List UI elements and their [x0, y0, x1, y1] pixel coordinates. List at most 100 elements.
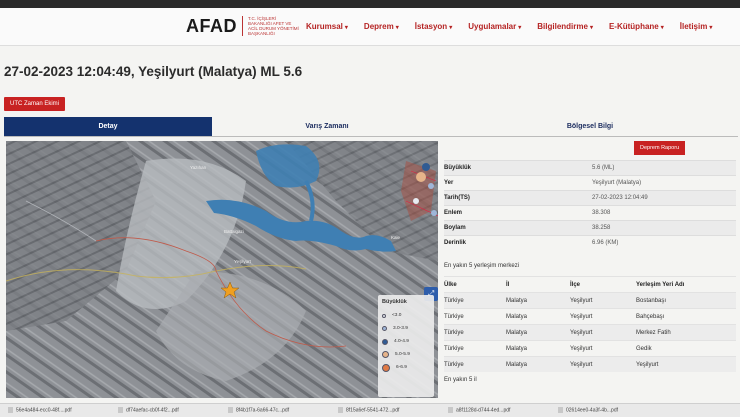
column-header: Ülke: [444, 282, 457, 288]
cell-settlement: Bahçebaşı: [636, 314, 665, 320]
table-row: Türkiye Malatya Yeşilyurt Yeşilyurt: [444, 356, 736, 372]
chevron-down-icon: ▾: [660, 25, 664, 31]
legend-label: 4.0-4.9: [394, 339, 409, 344]
pdf-file-icon: [228, 407, 233, 414]
cell-settlement: Merkez Fatih: [636, 330, 671, 336]
nav-iletisim[interactable]: İletişim ▾: [680, 22, 713, 31]
cell-settlement: Yeşilyurt: [636, 362, 659, 368]
detail-row: Enlem 38.308: [444, 205, 736, 220]
cell-province: Malatya: [506, 362, 528, 368]
pdf-file-icon: [558, 407, 563, 414]
download-item[interactable]: 8f4b1f7a-6a66-47c...pdf: [228, 407, 330, 414]
deprem-raporu-button[interactable]: Deprem Raporu: [634, 141, 686, 155]
detail-key: Derinlik: [444, 240, 467, 246]
cell-district: Yeşilyurt: [570, 346, 593, 352]
map-event-marker[interactable]: [428, 183, 434, 189]
cell-province: Malatya: [506, 314, 528, 320]
pdf-file-icon: [338, 407, 343, 414]
detail-tabs: Detay Varış Zamanı Bölgesel Bilgi: [4, 117, 738, 137]
detail-value: 6.96 (KM): [592, 240, 619, 246]
detail-value: 5.6 (ML): [592, 165, 615, 171]
download-filename: a8f1128d-d744-4ed...pdf: [456, 407, 511, 414]
terrain-map: Yazıhan Battalgazi Yeşilyurt Kale: [6, 141, 438, 398]
cell-country: Türkiye: [444, 346, 464, 352]
main-nav: Kurumsal ▾ Deprem ▾ İstasyon ▾ Uygulamalar ▾…: [306, 22, 728, 31]
details-table: Büyüklük 5.6 (ML) Yer Yeşilyurt (Malatya) …: [444, 160, 736, 250]
download-filename: 02614ee0-4a3f-4b...pdf: [566, 407, 618, 414]
download-item[interactable]: df74aefac-cb0f-4f2...pdf: [118, 407, 220, 414]
nav-kurumsal[interactable]: Kurumsal ▾: [306, 22, 348, 31]
map-event-marker[interactable]: [416, 172, 426, 182]
download-item[interactable]: a8f1128d-d744-4ed...pdf: [448, 407, 550, 414]
cell-country: Türkiye: [444, 298, 464, 304]
legend-dot-icon: [382, 338, 388, 345]
chevron-down-icon: ▾: [518, 25, 522, 31]
column-header: İl: [506, 282, 510, 288]
nav-istasyon[interactable]: İstasyon ▾: [415, 22, 452, 31]
download-item[interactable]: 02614ee0-4a3f-4b...pdf: [558, 407, 660, 414]
legend-item: 4.0-4.9: [382, 335, 430, 348]
magnitude-legend: Büyüklük <3.0 3.0-3.9 4.0-4.9 5.0-5.9 6-…: [378, 295, 434, 397]
map-event-marker[interactable]: [422, 163, 430, 171]
download-filename: 8f15a6ef-5541-472...pdf: [346, 407, 400, 414]
nav-uygulamalar[interactable]: Uygulamalar ▾: [468, 22, 521, 31]
nav-deprem[interactable]: Deprem ▾: [364, 22, 399, 31]
detail-value: 38.308: [592, 210, 611, 216]
detail-value: 38.258: [592, 225, 611, 231]
legend-title: Büyüklük: [382, 299, 407, 305]
logo-separator: [242, 16, 243, 36]
afad-logo[interactable]: AFAD T.C. İÇİŞLERİ BAKANLIĞI AFET VE ACİ…: [186, 14, 300, 38]
chevron-down-icon: ▾: [395, 25, 399, 31]
legend-dot-icon: [382, 326, 387, 331]
detail-key: Yer: [444, 180, 454, 186]
cell-country: Türkiye: [444, 314, 464, 320]
download-item[interactable]: 8f15a6ef-5541-472...pdf: [338, 407, 440, 414]
map-event-marker[interactable]: [431, 210, 437, 216]
download-filename: 8f4b1f7a-6a66-47c...pdf: [236, 407, 290, 414]
nearest-settlements-title: En yakın 5 yerleşim merkezi: [444, 263, 520, 269]
download-item[interactable]: 56e4a484-ecc0-48f....pdf: [8, 407, 110, 414]
table-row: Türkiye Malatya Yeşilyurt Gedik: [444, 340, 736, 356]
detail-value: 27-02-2023 12:04:49: [592, 195, 648, 201]
map-event-marker[interactable]: [413, 198, 419, 204]
cell-province: Malatya: [506, 330, 528, 336]
download-filename: 56e4a484-ecc0-48f....pdf: [16, 407, 72, 414]
nav-bilgilendirme[interactable]: Bilgilendirme ▾: [537, 22, 593, 31]
detail-key: Enlem: [444, 210, 463, 216]
table-row: Türkiye Malatya Yeşilyurt Bahçebaşı: [444, 308, 736, 324]
cell-province: Malatya: [506, 346, 528, 352]
pdf-file-icon: [448, 407, 453, 414]
utc-time-button[interactable]: UTC Zaman Ekimi: [4, 97, 66, 111]
nearest-settlements-table: Ülke İl İlçe Yerleşim Yeri Adı Türkiye M…: [444, 276, 736, 372]
map-label-yazihan: Yazıhan: [190, 165, 207, 170]
cell-district: Yeşilyurt: [570, 362, 593, 368]
legend-dot-icon: [382, 363, 390, 372]
tab-detay[interactable]: Detay: [4, 117, 212, 136]
tab-varis-zamani[interactable]: Varış Zamanı: [212, 117, 442, 136]
legend-dot-icon: [382, 313, 386, 318]
earthquake-map[interactable]: Yazıhan Battalgazi Yeşilyurt Kale ⤢: [6, 141, 438, 398]
detail-key: Tarih(TS): [444, 195, 470, 201]
chevron-down-icon: ▾: [344, 25, 348, 31]
downloads-bar: 56e4a484-ecc0-48f....pdf df74aefac-cb0f-…: [0, 403, 740, 417]
column-header: İlçe: [570, 282, 581, 288]
nav-label: Deprem: [363, 22, 394, 31]
detail-row: Derinlik 6.96 (KM): [444, 235, 736, 250]
detail-row: Boylam 38.258: [444, 220, 736, 235]
legend-label: 5.0-5.9: [395, 352, 410, 357]
chevron-down-icon: ▾: [709, 25, 713, 31]
pdf-file-icon: [118, 407, 123, 414]
logo-subtitle: T.C. İÇİŞLERİ BAKANLIĞI AFET VE ACİL DUR…: [248, 16, 299, 36]
table-header-row: Ülke İl İlçe Yerleşim Yeri Adı: [444, 276, 736, 292]
nav-label: Kurumsal: [306, 22, 343, 31]
detail-row: Yer Yeşilyurt (Malatya): [444, 175, 736, 190]
cell-province: Malatya: [506, 298, 528, 304]
nav-e-kutuphane[interactable]: E-Kütüphane ▾: [609, 22, 664, 31]
map-label-battalgazi: Battalgazi: [224, 229, 244, 234]
detail-value: Yeşilyurt (Malatya): [592, 180, 642, 186]
tab-bolgesel-bilgi[interactable]: Bölgesel Bilgi: [442, 117, 738, 136]
legend-item: 3.0-3.9: [382, 322, 430, 335]
cell-country: Türkiye: [444, 330, 464, 336]
legend-item: <3.0: [382, 309, 430, 322]
cell-district: Yeşilyurt: [570, 330, 593, 336]
